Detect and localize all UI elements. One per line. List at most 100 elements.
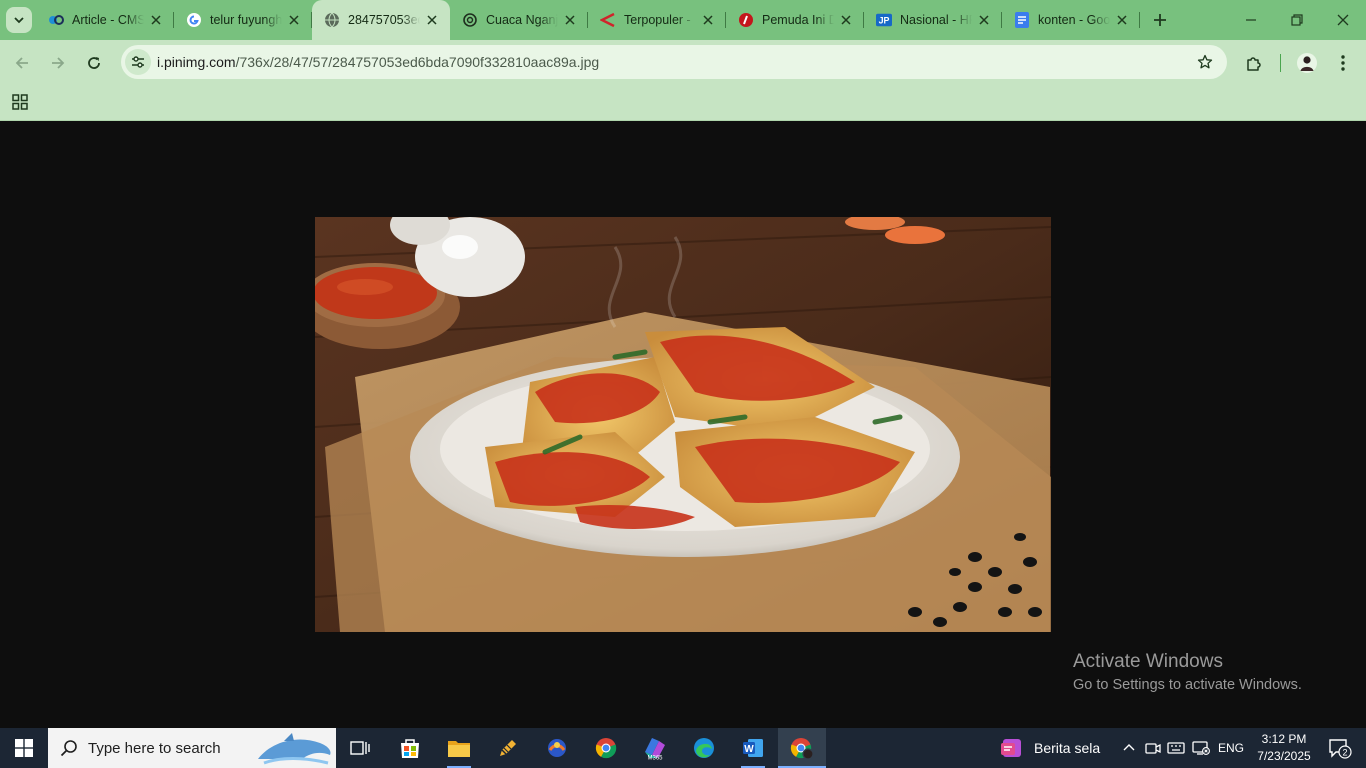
chevron-down-icon [14,17,24,24]
close-window-button[interactable] [1320,0,1366,40]
taskbar: Type here to search M365 W Berita sela E… [0,728,1366,768]
word-app[interactable]: W [729,728,777,768]
new-tab-button[interactable] [1150,10,1170,30]
close-icon[interactable] [148,12,164,28]
show-hidden-icons-button[interactable] [1118,728,1140,768]
red-circle-icon [738,12,754,28]
apps-grid-icon [12,94,28,110]
tab-terpopuler[interactable]: Terpopuler - [588,0,726,40]
restore-icon [1291,14,1303,26]
url-text[interactable]: i.pinimg.com/736x/28/47/57/284757053ed6b… [157,54,599,70]
reload-button[interactable] [80,49,108,77]
svg-text:JP: JP [879,16,890,26]
back-button[interactable] [8,49,36,77]
tab-title: telur fuyunghai [210,13,282,27]
browser-toolbar: i.pinimg.com/736x/28/47/57/284757053ed6b… [0,40,1366,86]
camera-icon [1145,743,1161,754]
close-icon[interactable] [562,12,578,28]
word-icon: W [743,739,763,757]
google-icon [186,12,202,28]
avatar-icon [1297,53,1317,73]
watermark-title: Activate Windows [1073,651,1223,672]
tab-nasional[interactable]: JP Nasional - HP [864,0,1002,40]
microsoft-store-app[interactable] [386,728,434,768]
meet-now-tray[interactable] [1142,728,1164,768]
language-indicator[interactable]: ENG [1214,728,1248,768]
clock[interactable]: 3:12 PM 7/23/2025 [1252,731,1316,765]
dolphin-illustration-icon [258,733,331,765]
tab-title: Pemuda Ini Di [762,13,834,27]
address-bar[interactable]: i.pinimg.com/736x/28/47/57/284757053ed6b… [121,45,1227,79]
close-icon[interactable] [976,12,992,28]
news-icon [1001,739,1021,757]
tab-title: Cuaca Nganjuk [486,13,558,27]
food-photo[interactable] [315,217,1051,632]
close-icon[interactable] [424,12,440,28]
input-method-tray[interactable] [1164,728,1188,768]
search-icon [60,740,77,757]
chrome-app[interactable] [582,728,630,768]
chrome-profile-icon [790,738,814,759]
tab-cuaca-nganjuk[interactable]: Cuaca Nganjuk [450,0,588,40]
forward-button[interactable] [44,49,72,77]
search-placeholder: Type here to search [88,740,221,757]
plus-icon [1154,14,1166,26]
tab-article-cms[interactable]: Article - CMS [36,0,174,40]
svg-text:M365: M365 [647,756,663,761]
taskbar-search-box[interactable]: Type here to search [48,728,336,768]
site-info-button[interactable] [125,49,151,75]
bookmarks-bar [0,86,1366,121]
close-icon[interactable] [838,12,854,28]
restore-button[interactable] [1274,0,1320,40]
close-icon[interactable] [286,12,302,28]
edge-app[interactable] [680,728,728,768]
cms-icon [48,12,64,28]
tab-pinimg-image[interactable]: 284757053ed6bda7090f [312,0,450,40]
vpn-app[interactable] [533,728,581,768]
close-icon[interactable] [700,12,716,28]
url-path: /736x/28/47/57/284757053ed6bda7090f33281… [235,54,600,70]
activate-windows-watermark: Activate Windows Go to Settings to activ… [1073,651,1302,693]
news-label: Berita sela [1034,740,1101,756]
tab-pemuda-ini[interactable]: Pemuda Ini Di [726,0,864,40]
tab-title: konten - Google Docs [1038,13,1110,27]
star-icon [1197,54,1213,69]
tab-telur-fuyunghai[interactable]: telur fuyunghai [174,0,312,40]
pencil-icon [500,740,516,756]
file-explorer-app[interactable] [435,728,483,768]
puzzle-icon [1247,57,1261,71]
globe-icon [324,12,340,28]
windows-logo-icon [15,739,33,757]
chevron-up-icon [1123,744,1135,751]
edge-icon [694,738,714,758]
tab-title: Terpopuler - [624,13,691,27]
start-button[interactable] [0,728,48,768]
menu-button[interactable] [1332,52,1354,74]
tab-search-button[interactable] [6,7,32,33]
m365-app[interactable]: M365 [631,728,679,768]
watermark-subtitle: Go to Settings to activate Windows. [1073,677,1302,693]
sticky-app[interactable] [484,728,532,768]
close-icon[interactable] [1114,12,1130,28]
store-icon [401,739,419,758]
tab-strip: Article - CMS telur fuyunghai 284757053e… [0,0,1366,40]
chrome-profile-app[interactable] [778,728,826,768]
minimize-icon [1246,19,1256,21]
apps-button[interactable] [10,92,30,112]
news-widget[interactable]: Berita sela [1000,728,1100,768]
keyboard-icon [1167,742,1185,754]
tab-list: Article - CMS telur fuyunghai 284757053e… [36,0,1140,40]
arrow-left-icon [15,57,28,69]
bookmark-star-button[interactable] [1195,52,1215,72]
network-tray[interactable] [1190,728,1212,768]
minimize-button[interactable] [1228,0,1274,40]
task-view-button[interactable] [336,728,384,768]
arrow-right-icon [52,57,65,69]
extensions-button[interactable] [1243,52,1265,74]
profile-avatar[interactable] [1296,52,1318,74]
docs-icon [1014,12,1030,28]
notification-icon: 2 [1329,739,1352,759]
close-icon [1337,14,1349,26]
tab-konten-docs[interactable]: konten - Google Docs [1002,0,1140,40]
notification-center-button[interactable]: 2 [1320,728,1360,768]
